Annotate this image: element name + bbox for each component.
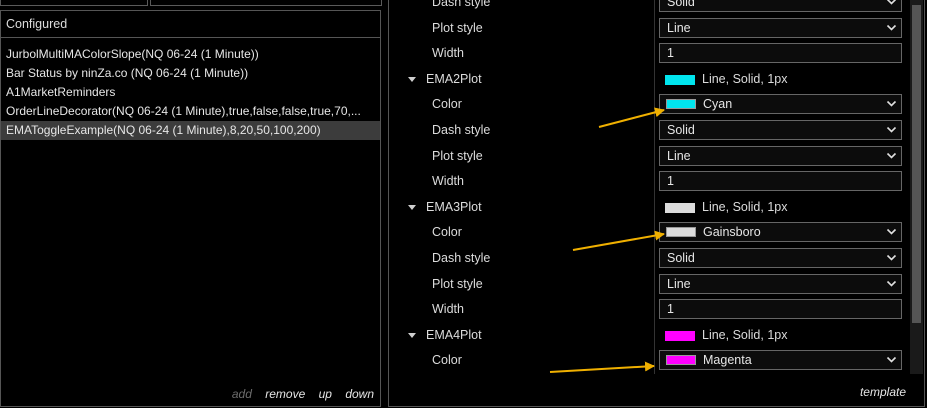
chevron-down-icon [886,101,897,108]
dropdown-select[interactable]: Line [659,17,902,38]
property-row: Color Cyan [389,92,910,117]
plot-summary-text: Line, Solid, 1px [702,327,788,342]
configured-header: Configured [1,11,380,38]
chevron-down-icon [886,254,897,261]
dropdown-value: Line [667,276,691,291]
chevron-down-icon [886,24,897,31]
property-label: Width [432,302,464,317]
property-row: Color Gainsboro [389,220,910,245]
chevron-down-icon [886,229,897,236]
property-label: Plot style [432,20,483,35]
color-picker[interactable]: Cyan [659,94,902,115]
color-swatch [665,74,695,85]
color-picker[interactable]: Magenta [659,350,902,371]
property-label: Dash style [432,251,491,265]
color-name: Cyan [703,97,733,112]
properties-panel: Dash style Solid Plot style Line Width 1 EMA2P… [388,0,925,407]
group-label: EMA2Plot [426,71,482,86]
list-actions: add remove up down [222,387,374,401]
color-name: Gainsboro [703,225,761,240]
width-value: 1 [667,174,674,189]
color-swatch [666,355,696,366]
property-label: Color [432,353,462,368]
width-value: 1 [667,46,674,61]
property-group[interactable]: EMA2Plot Line, Solid, 1px [389,67,910,92]
down-link[interactable]: down [345,387,374,401]
chevron-down-icon [886,152,897,159]
property-row: Dash style Solid [389,118,910,143]
plot-summary-text: Line, Solid, 1px [702,199,788,214]
dropdown-value: Line [667,20,691,35]
property-row: Plot style Line [389,16,910,41]
configured-panel: Configured JurbolMultiMAColorSlope(NQ 06… [0,10,381,407]
property-row: Plot style Line [389,144,910,169]
configured-item[interactable]: JurbolMultiMAColorSlope(NQ 06-24 (1 Minu… [1,45,380,64]
property-row: Dash style Solid [389,0,910,15]
dropdown-select[interactable]: Line [659,145,902,166]
property-label: Dash style [432,123,491,137]
property-label: Width [432,46,464,61]
property-label: Color [432,225,462,240]
property-row: Width 1 [389,169,910,194]
width-input[interactable]: 1 [659,43,902,64]
plot-summary-text: Line, Solid, 1px [702,71,788,86]
property-group[interactable]: EMA4Plot Line, Solid, 1px [389,323,910,348]
color-name: Magenta [703,353,752,368]
chevron-down-icon [886,280,897,287]
collapse-arrow-icon[interactable] [408,332,416,338]
property-label: Width [432,174,464,189]
property-label: Dash style [432,0,491,9]
group-label: EMA3Plot [426,199,482,214]
property-label: Plot style [432,148,483,163]
properties-scrollbar[interactable] [910,0,923,374]
dropdown-value: Solid [667,0,695,9]
property-row: Plot style Line [389,272,910,297]
toolbar-segment [0,0,148,6]
remove-link[interactable]: remove [265,387,305,401]
property-row: Dash style Solid [389,246,910,271]
property-label: Color [432,97,462,112]
width-value: 1 [667,302,674,317]
chevron-down-icon [886,0,897,5]
property-row: Width 1 [389,297,910,322]
color-picker[interactable]: Gainsboro [659,222,902,243]
group-label: EMA4Plot [426,327,482,342]
dropdown-value: Line [667,148,691,163]
collapse-arrow-icon[interactable] [408,76,416,82]
color-swatch [666,227,696,238]
configured-item[interactable]: A1MarketReminders [1,83,380,102]
property-row: Color Magenta [389,348,910,373]
property-row: Width 1 [389,41,910,66]
configured-item[interactable]: Bar Status by ninZa.co (NQ 06-24 (1 Minu… [1,64,380,83]
chevron-down-icon [886,126,897,133]
properties-grid: Dash style Solid Plot style Line Width 1 EMA2P… [389,0,910,374]
dropdown-value: Solid [667,123,695,137]
property-label: Plot style [432,276,483,291]
up-link[interactable]: up [319,387,332,401]
width-input[interactable]: 1 [659,299,902,320]
collapse-arrow-icon[interactable] [408,204,416,210]
toolbar-segment [150,0,382,6]
configured-item[interactable]: OrderLineDecorator(NQ 06-24 (1 Minute),t… [1,102,380,121]
left-top-strip [0,0,382,6]
dropdown-select[interactable]: Solid [659,248,902,268]
width-input[interactable]: 1 [659,171,902,192]
configured-list: JurbolMultiMAColorSlope(NQ 06-24 (1 Minu… [1,45,380,140]
scrollbar-thumb[interactable] [912,5,921,323]
template-link[interactable]: template [860,385,906,399]
chevron-down-icon [886,357,897,364]
dropdown-select[interactable]: Solid [659,120,902,140]
configured-item[interactable]: EMAToggleExample(NQ 06-24 (1 Minute),8,2… [1,121,380,140]
dropdown-select[interactable]: Solid [659,0,902,12]
color-swatch [665,202,695,213]
add-link[interactable]: add [232,387,252,401]
color-swatch [666,99,696,110]
dropdown-value: Solid [667,251,695,265]
property-group[interactable]: EMA3Plot Line, Solid, 1px [389,195,910,220]
dropdown-select[interactable]: Line [659,273,902,294]
color-swatch [665,330,695,341]
